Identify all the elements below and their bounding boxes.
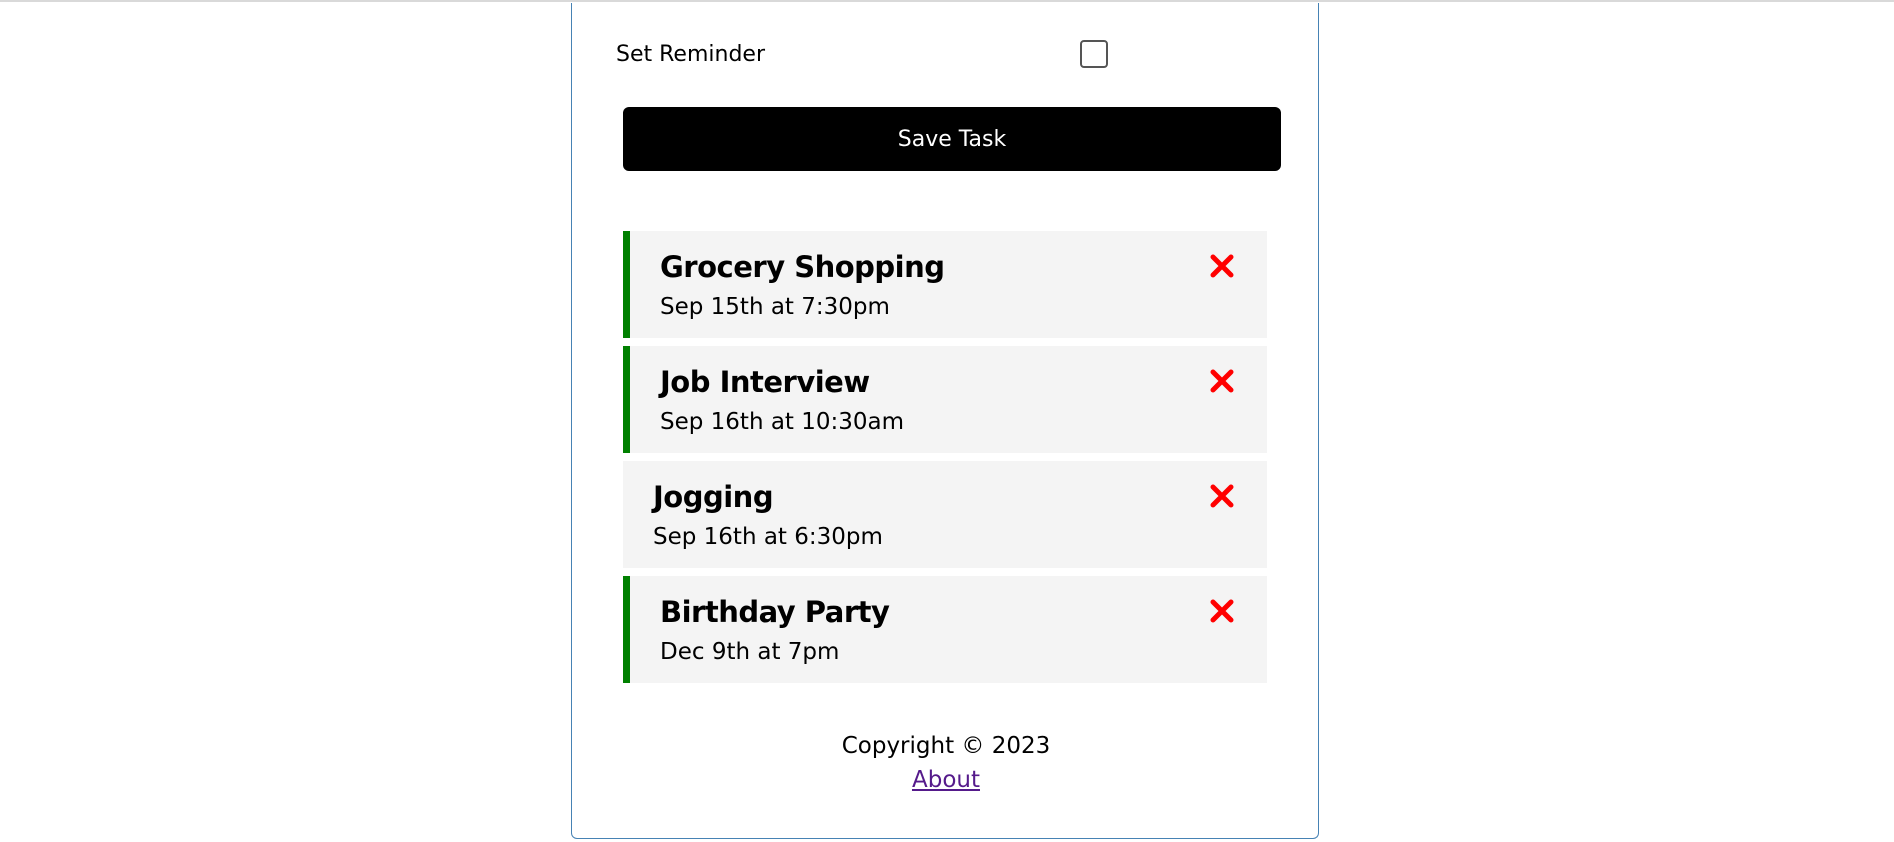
set-reminder-label: Set Reminder [616,42,765,67]
delete-icon[interactable] [1207,251,1237,281]
task-day: Sep 15th at 7:30pm [660,294,890,320]
task-item-1[interactable]: Job Interview Sep 16th at 10:30am [623,346,1267,453]
app-container: Set Reminder Save Task Grocery Shopping … [571,3,1319,839]
about-link[interactable]: About [912,763,980,797]
browser-top-border [0,0,1894,2]
task-day: Sep 16th at 6:30pm [653,524,883,550]
task-title: Job Interview [660,365,870,399]
task-item-2[interactable]: Jogging Sep 16th at 6:30pm [623,461,1267,568]
save-task-button[interactable]: Save Task [623,107,1281,171]
task-day: Sep 16th at 10:30am [660,409,905,435]
set-reminder-row: Set Reminder [616,37,1256,77]
delete-icon[interactable] [1207,481,1237,511]
delete-icon[interactable] [1207,596,1237,626]
task-title: Jogging [653,480,774,514]
task-day: Dec 9th at 7pm [660,639,840,665]
delete-icon[interactable] [1207,366,1237,396]
task-item-0[interactable]: Grocery Shopping Sep 15th at 7:30pm [623,231,1267,338]
task-list: Grocery Shopping Sep 15th at 7:30pm Job … [623,231,1267,691]
set-reminder-checkbox[interactable] [1080,40,1108,68]
copyright-text: Copyright © 2023 [841,733,1051,759]
task-item-3[interactable]: Birthday Party Dec 9th at 7pm [623,576,1267,683]
task-title: Grocery Shopping [660,250,945,284]
task-title: Birthday Party [660,595,890,629]
footer: Copyright © 2023 About [572,729,1320,797]
